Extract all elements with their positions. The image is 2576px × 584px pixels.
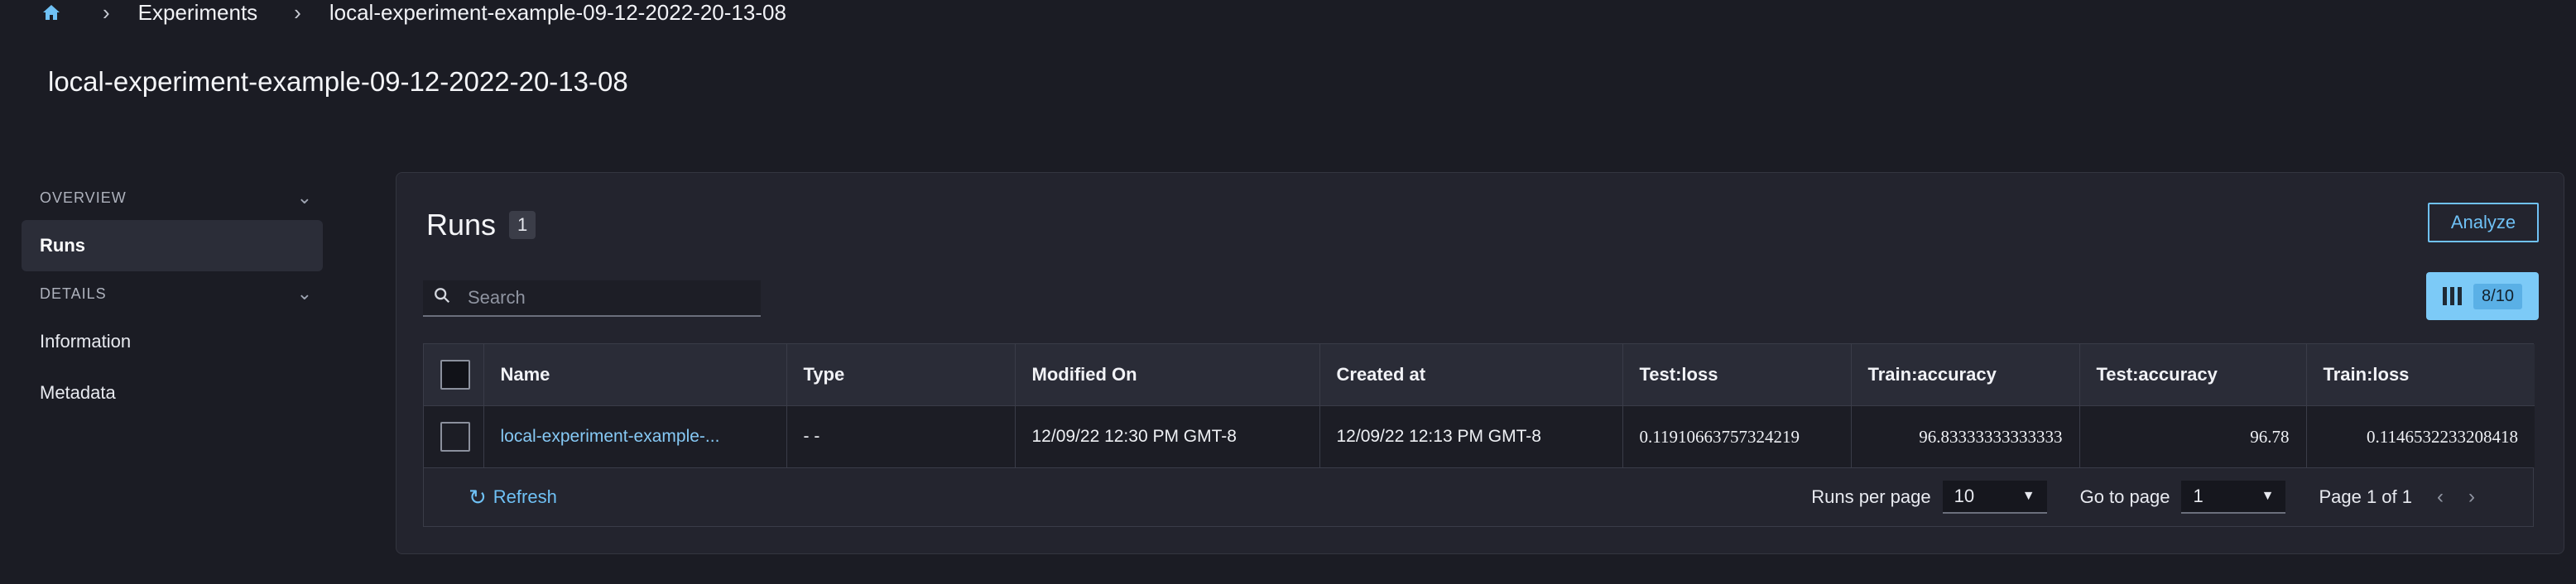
sidebar-section-label: OVERVIEW — [40, 189, 127, 206]
go-to-page-value: 1 — [2193, 486, 2204, 506]
run-name-cell: local-experiment-example-... — [483, 405, 787, 467]
breadcrumb: › Experiments › local-experiment-example… — [41, 0, 786, 25]
search-input[interactable] — [466, 286, 751, 309]
sidebar-item-metadata[interactable]: Metadata — [22, 367, 323, 419]
sidebar-item-label: Runs — [40, 235, 85, 256]
sidebar-item-runs[interactable]: Runs — [22, 220, 323, 271]
row-select-cell — [424, 405, 484, 467]
column-header-created-at[interactable]: Created at — [1319, 344, 1623, 406]
run-modified-cell: 12/09/22 12:30 PM GMT-8 — [1015, 405, 1320, 467]
chevron-down-icon[interactable]: ⌄ — [297, 283, 313, 304]
runs-per-page-label: Runs per page — [1811, 486, 1931, 507]
refresh-button[interactable]: ↻ Refresh — [469, 485, 557, 510]
runs-table: Name Type Modified On Created at Test:lo… — [423, 343, 2535, 527]
run-train-loss-cell: 0.1146532233208418 — [2306, 405, 2535, 467]
search-box — [423, 280, 761, 317]
column-header-test-accuracy[interactable]: Test:accuracy — [2079, 344, 2307, 406]
go-to-page-label: Go to page — [2079, 486, 2170, 507]
sidebar-section-overview[interactable]: OVERVIEW ⌄ — [22, 175, 323, 220]
chevron-down-icon[interactable]: ⌄ — [297, 187, 313, 208]
chevron-right-icon[interactable]: › — [2468, 486, 2475, 509]
sidebar-section-details[interactable]: DETAILS ⌄ — [22, 271, 323, 316]
refresh-icon: ↻ — [469, 484, 487, 510]
page-title: local-experiment-example-09-12-2022-20-1… — [48, 66, 628, 97]
runs-heading: Runs 1 — [426, 208, 536, 242]
sidebar-item-information[interactable]: Information — [22, 316, 323, 367]
table-row: local-experiment-example-... - - 12/09/2… — [424, 405, 2535, 467]
run-name-link[interactable]: local-experiment-example-... — [501, 427, 720, 446]
chevron-left-icon[interactable]: ‹ — [2437, 486, 2444, 509]
caret-down-icon: ▼ — [2021, 489, 2035, 503]
refresh-label: Refresh — [493, 486, 557, 507]
row-checkbox[interactable] — [440, 422, 470, 452]
sidebar-section-label: DETAILS — [40, 285, 107, 302]
column-header-modified-on[interactable]: Modified On — [1015, 344, 1320, 406]
go-to-page-select[interactable]: 1 ▼ — [2181, 481, 2286, 514]
table-footer: ↻ Refresh Runs per page 10 ▼ Go to page … — [424, 467, 2533, 526]
run-train-accuracy-cell: 96.83333333333333 — [1851, 405, 2080, 467]
runs-per-page-select[interactable]: 10 ▼ — [1942, 481, 2047, 514]
select-all-checkbox[interactable] — [440, 360, 470, 390]
analyze-button[interactable]: Analyze — [2428, 203, 2539, 242]
column-header-test-loss[interactable]: Test:loss — [1622, 344, 1852, 406]
breadcrumb-current: local-experiment-example-09-12-2022-20-1… — [329, 0, 786, 25]
runs-per-page-value: 10 — [1954, 486, 1975, 506]
search-icon — [433, 286, 456, 309]
sidebar-item-label: Metadata — [40, 382, 116, 403]
column-header-name[interactable]: Name — [483, 344, 787, 406]
run-type-cell: - - — [786, 405, 1016, 467]
run-test-accuracy-cell: 96.78 — [2079, 405, 2307, 467]
home-icon[interactable] — [41, 2, 61, 22]
chevron-right-icon: › — [103, 0, 110, 25]
column-header-train-accuracy[interactable]: Train:accuracy — [1851, 344, 2080, 406]
runs-panel: Runs 1 Analyze 8/10 Name Type Modified O… — [396, 172, 2564, 554]
column-selector-button[interactable]: 8/10 — [2426, 272, 2539, 320]
sidebar: OVERVIEW ⌄ Runs DETAILS ⌄ Information Me… — [22, 175, 323, 419]
sidebar-item-label: Information — [40, 331, 132, 352]
page-info: Page 1 of 1 — [2319, 486, 2412, 507]
select-all-cell — [424, 344, 484, 406]
chevron-right-icon: › — [294, 0, 301, 25]
table-header-row: Name Type Modified On Created at Test:lo… — [424, 344, 2535, 406]
caret-down-icon: ▼ — [2261, 489, 2275, 503]
columns-icon — [2443, 287, 2463, 305]
runs-count-badge: 1 — [509, 211, 536, 239]
pagination: Runs per page 10 ▼ Go to page 1 ▼ Page 1… — [1811, 481, 2475, 514]
column-header-type[interactable]: Type — [786, 344, 1016, 406]
column-header-train-loss[interactable]: Train:loss — [2306, 344, 2535, 406]
run-test-loss-cell: 0.11910663757324219 — [1622, 405, 1852, 467]
column-count-label: 8/10 — [2473, 283, 2522, 309]
runs-title: Runs — [426, 208, 497, 242]
breadcrumb-experiments[interactable]: Experiments — [138, 0, 258, 26]
run-created-cell: 12/09/22 12:13 PM GMT-8 — [1319, 405, 1623, 467]
